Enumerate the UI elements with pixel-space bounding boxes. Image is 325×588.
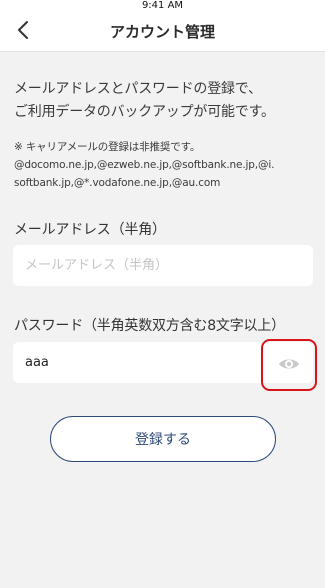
status-bar: 9:41 AM [0, 0, 325, 12]
back-button[interactable] [8, 18, 38, 46]
email-label: メールアドレス（半角） [14, 222, 166, 238]
chevron-left-icon [16, 20, 30, 44]
intro-line-1: メールアドレスとパスワードの登録で、 [14, 81, 262, 97]
note-line-1: ※ キャリアメールの登録は非推奨です。 [14, 141, 201, 153]
eye-icon [278, 356, 300, 375]
register-button[interactable]: 登録する [50, 416, 276, 462]
password-label: パスワード（半角英数双方含む8文字以上） [14, 318, 285, 334]
note-line-2: @docomo.ne.jp,@ezweb.ne.jp,@softbank.ne.… [14, 159, 275, 171]
navigation-bar: アカウント管理 [0, 12, 325, 52]
email-input[interactable] [13, 245, 313, 286]
carrier-mail-note: ※ キャリアメールの登録は非推奨です。 @docomo.ne.jp,@ezweb… [14, 138, 319, 192]
intro-text: メールアドレスとパスワードの登録で、 ご利用データのバックアップが可能です。 [14, 78, 314, 124]
page-title: アカウント管理 [109, 23, 215, 41]
intro-line-2: ご利用データのバックアップが可能です。 [14, 104, 275, 120]
status-time: 9:41 AM [141, 0, 184, 11]
password-visibility-toggle[interactable] [261, 339, 317, 391]
note-line-3: softbank.jp,@*.vodafone.ne.jp,@au.com [14, 177, 221, 189]
